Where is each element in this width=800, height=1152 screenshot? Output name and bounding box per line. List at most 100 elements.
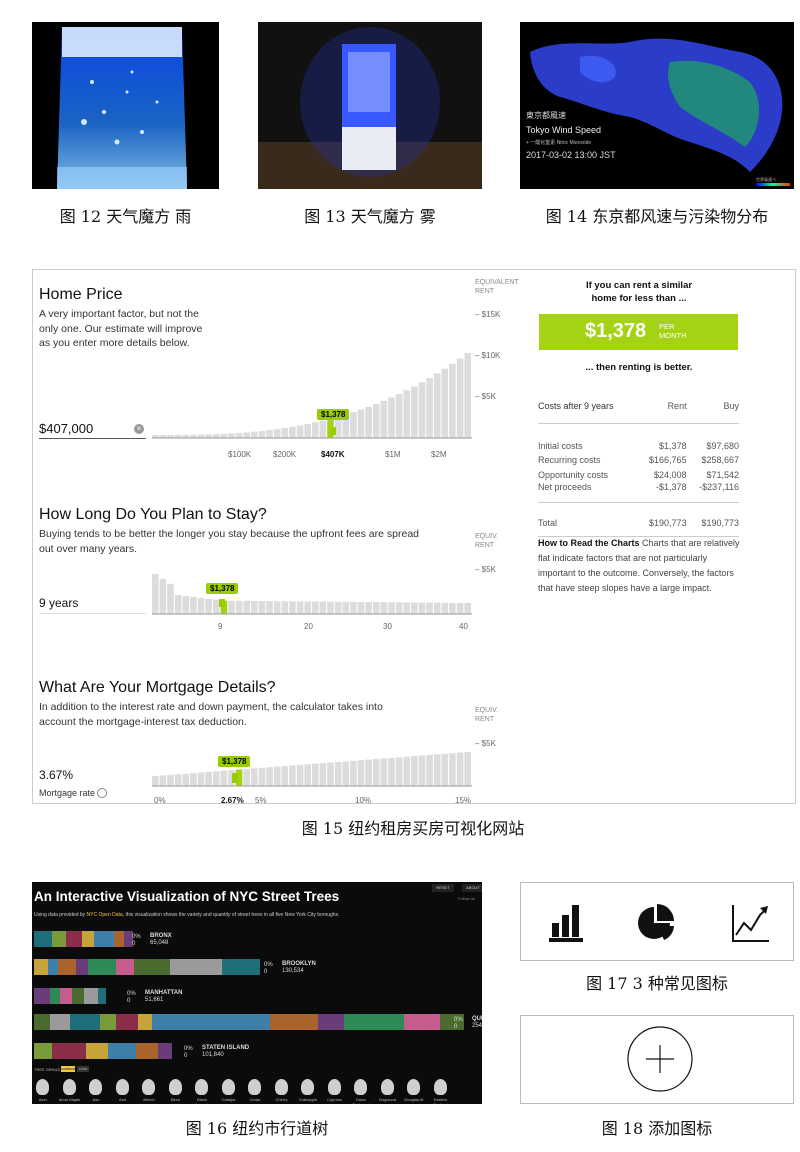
clear-icon[interactable]: × xyxy=(134,424,144,434)
common-icons-box xyxy=(520,882,794,961)
slope-bar xyxy=(266,601,273,614)
genus-segment[interactable] xyxy=(404,1014,440,1030)
stay-handle[interactable] xyxy=(219,599,225,607)
genus-segment[interactable] xyxy=(344,1014,404,1030)
about-button[interactable]: ABOUT xyxy=(462,884,482,892)
genus-segment[interactable] xyxy=(34,959,48,975)
slope-bar xyxy=(426,602,433,614)
genus-segment[interactable] xyxy=(88,959,116,975)
slope-bar xyxy=(220,770,228,786)
mortgage-handle[interactable] xyxy=(232,773,238,783)
borough-bar[interactable] xyxy=(34,1043,172,1059)
mortgage-slope-chart[interactable] xyxy=(152,740,472,788)
genus-segment[interactable] xyxy=(222,959,260,975)
borough-bar[interactable] xyxy=(34,959,260,975)
tree-silhouette-icon[interactable] xyxy=(354,1079,367,1095)
genus-segment[interactable] xyxy=(60,988,72,1004)
genus-segment[interactable] xyxy=(86,1043,108,1059)
borough-bar[interactable] xyxy=(34,988,106,1004)
genus-segment[interactable] xyxy=(48,959,58,975)
common-toggle[interactable]: COMMON xyxy=(61,1066,75,1072)
genus-segment[interactable] xyxy=(136,1043,158,1059)
genus-segment[interactable] xyxy=(94,931,114,947)
tree-silhouette-icon[interactable] xyxy=(195,1079,208,1095)
slope-bar xyxy=(380,602,388,614)
slope-bar xyxy=(388,602,395,614)
genus-segment[interactable] xyxy=(52,931,66,947)
stay-slope-chart[interactable] xyxy=(152,570,472,615)
genus-segment[interactable] xyxy=(134,959,170,975)
home-price-handle[interactable] xyxy=(330,427,336,435)
slope-bar xyxy=(266,767,273,786)
tree-silhouette-icon[interactable] xyxy=(274,1079,288,1095)
tree-silhouette-icon[interactable] xyxy=(89,1079,102,1095)
slope-bar xyxy=(373,403,380,438)
borough-bar[interactable] xyxy=(34,1014,464,1030)
genus-segment[interactable] xyxy=(76,959,88,975)
genus-segment[interactable] xyxy=(34,988,50,1004)
genus-segment[interactable] xyxy=(152,1014,270,1030)
mortgage-info-icon[interactable] xyxy=(97,788,107,798)
open-data-link[interactable]: NYC Open Data xyxy=(87,912,123,918)
genus-segment[interactable] xyxy=(84,988,98,1004)
pie-chart-icon xyxy=(638,904,674,940)
tree-genus-name: Cedar xyxy=(249,1097,261,1102)
mortgage-rate-value[interactable]: 3.67% xyxy=(39,768,73,782)
slope-bar xyxy=(380,758,388,786)
genus-segment[interactable] xyxy=(98,988,106,1004)
tree-silhouette-icon[interactable] xyxy=(142,1079,155,1095)
genus-segment[interactable] xyxy=(72,988,84,1004)
genus-segment[interactable] xyxy=(270,1014,318,1030)
map-title-jp: 東京都風速 xyxy=(526,111,566,120)
tree-silhouette-icon[interactable] xyxy=(115,1079,129,1095)
genus-segment[interactable] xyxy=(318,1014,344,1030)
genus-segment[interactable] xyxy=(34,1014,50,1030)
mortgage-axis-267: 2.67% xyxy=(221,796,244,804)
fig15-caption: 图 15 纽约租房买房可视化网站 xyxy=(301,819,525,838)
slope-bar xyxy=(174,594,182,614)
genus-segment[interactable] xyxy=(70,1014,100,1030)
tree-silhouette-icon[interactable] xyxy=(407,1079,420,1095)
home-price-slope-chart[interactable] xyxy=(152,350,472,440)
genus-segment[interactable] xyxy=(138,1014,152,1030)
home-price-input[interactable]: $407,000 xyxy=(39,421,93,436)
mortgage-rent-label: EQUIV. RENT xyxy=(475,707,499,723)
tree-genus-name: Catalpa xyxy=(221,1097,236,1102)
follow-link[interactable]: Follow us xyxy=(458,896,475,901)
mortgage-axis-10: 10% xyxy=(355,796,372,804)
plus-circle-icon[interactable] xyxy=(626,1025,694,1093)
latin-toggle[interactable]: LATIN xyxy=(77,1066,89,1072)
genus-segment[interactable] xyxy=(50,988,60,1004)
reset-button[interactable]: RESET xyxy=(432,884,454,892)
genus-segment[interactable] xyxy=(50,1014,70,1030)
tree-silhouette-icon[interactable] xyxy=(380,1079,394,1095)
slope-bar xyxy=(296,601,304,614)
tree-silhouette-icon[interactable] xyxy=(301,1079,314,1095)
tree-genus-name: Cherry xyxy=(275,1097,288,1102)
tree-silhouette-icon[interactable] xyxy=(327,1079,341,1095)
slope-bar xyxy=(441,602,449,614)
tree-silhouette-icon[interactable] xyxy=(433,1079,447,1095)
slope-bar xyxy=(197,772,205,786)
genus-segment[interactable] xyxy=(34,1043,52,1059)
genus-segment[interactable] xyxy=(82,931,94,947)
stay-value[interactable]: 9 years xyxy=(39,596,78,610)
genus-segment[interactable] xyxy=(114,931,124,947)
genus-segment[interactable] xyxy=(108,1043,136,1059)
fig18-caption: 图 18 添加图标 xyxy=(601,1119,713,1138)
tree-silhouette-icon[interactable] xyxy=(168,1079,182,1095)
genus-segment[interactable] xyxy=(170,959,222,975)
tree-silhouette-icon[interactable] xyxy=(248,1079,261,1095)
genus-segment[interactable] xyxy=(66,931,82,947)
genus-segment[interactable] xyxy=(52,1043,86,1059)
genus-segment[interactable] xyxy=(100,1014,116,1030)
genus-segment[interactable] xyxy=(58,959,76,975)
genus-segment[interactable] xyxy=(34,931,52,947)
genus-segment[interactable] xyxy=(158,1043,172,1059)
tree-silhouette-icon[interactable] xyxy=(62,1079,76,1095)
genus-segment[interactable] xyxy=(116,1014,138,1030)
tree-silhouette-icon[interactable] xyxy=(221,1079,235,1095)
borough-bar[interactable] xyxy=(34,931,133,947)
genus-segment[interactable] xyxy=(116,959,134,975)
tree-silhouette-icon[interactable] xyxy=(36,1079,49,1095)
